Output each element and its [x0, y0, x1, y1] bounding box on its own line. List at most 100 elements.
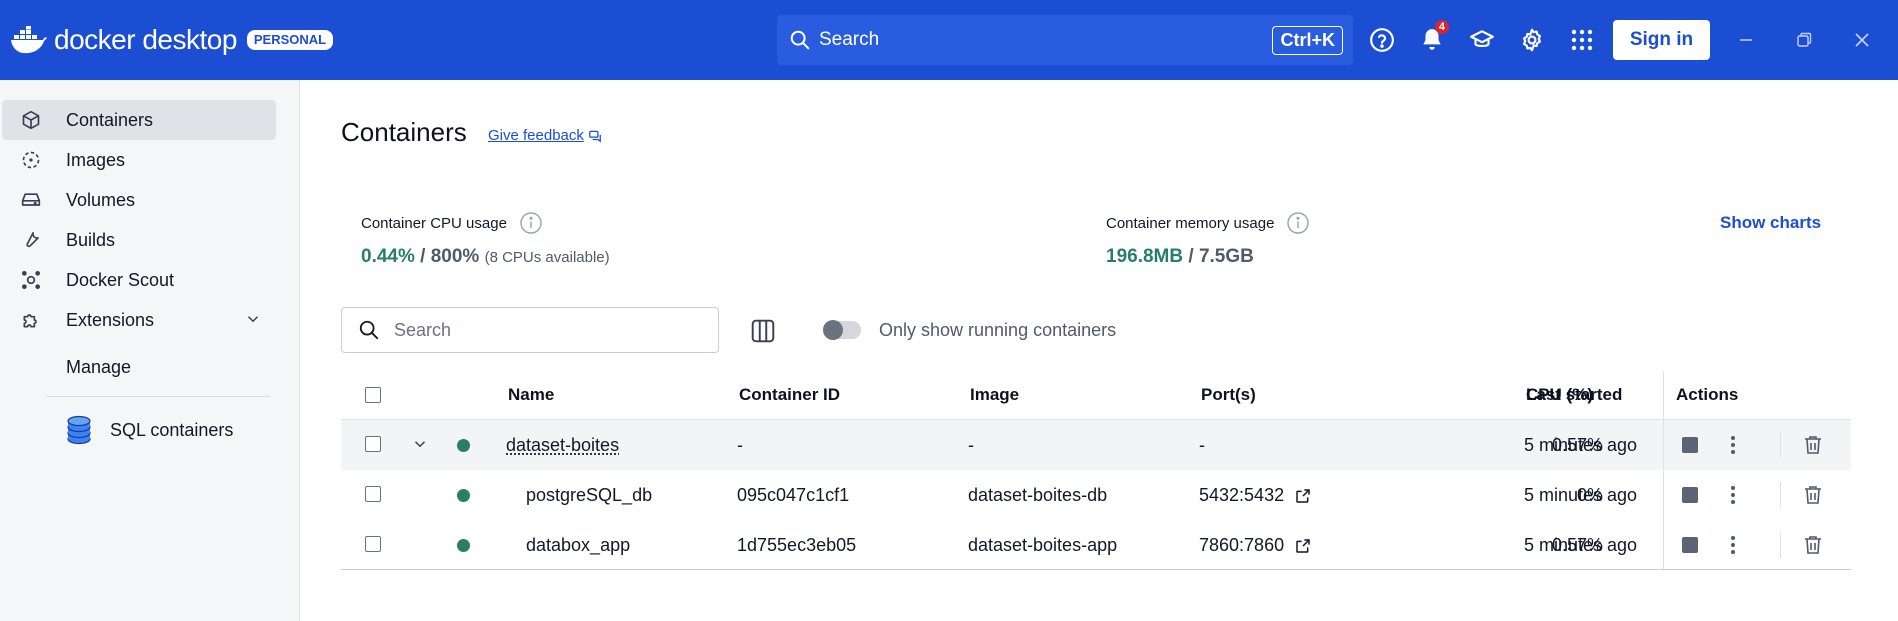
scout-icon	[20, 269, 42, 291]
select-all-checkbox[interactable]	[365, 387, 381, 403]
app-name: docker desktop	[54, 24, 237, 55]
learning-center-icon[interactable]	[1467, 25, 1497, 55]
sidebar-item-sql-containers[interactable]: SQL containers	[66, 415, 233, 445]
sidebar-item-volumes[interactable]: Volumes	[2, 180, 276, 220]
container-search[interactable]	[341, 307, 719, 353]
chevron-down-icon[interactable]	[244, 310, 262, 333]
row-checkbox[interactable]	[365, 486, 381, 502]
column-header-image[interactable]: Image	[970, 372, 1019, 418]
sign-in-button[interactable]: Sign in	[1613, 20, 1710, 60]
notification-count: 4	[1434, 20, 1449, 34]
memory-usage-label-text: Container memory usage	[1106, 214, 1275, 232]
minimize-window-icon[interactable]	[1732, 26, 1760, 54]
table-row-group[interactable]: dataset-boites - - - 0.57% 5 minutes ago	[341, 420, 1851, 470]
give-feedback-link[interactable]: Give feedback	[488, 127, 602, 144]
container-ports: 7860:7860	[1199, 535, 1285, 555]
apps-grid-icon[interactable]	[1567, 25, 1597, 55]
toggle-knob	[823, 320, 843, 340]
wrench-icon	[20, 229, 42, 251]
sidebar-item-containers[interactable]: Containers	[2, 100, 276, 140]
container-search-input[interactable]	[394, 319, 694, 341]
show-charts-button[interactable]: Show charts	[1720, 213, 1821, 233]
delete-trash-icon[interactable]	[1801, 433, 1825, 457]
actions-column-divider	[1663, 371, 1664, 569]
action-separator	[1780, 532, 1781, 558]
info-icon[interactable]	[1286, 211, 1310, 235]
memory-usage-value: 196.8MB / 7.5GB	[1106, 246, 1254, 268]
cpu-usage-label: Container CPU usage	[361, 211, 543, 235]
search-shortcut: Ctrl+K	[1272, 25, 1343, 55]
extensions-manage-link[interactable]: Manage	[66, 357, 131, 378]
drive-icon	[20, 189, 42, 211]
stop-icon[interactable]	[1682, 437, 1698, 453]
running-status-dot	[457, 539, 470, 552]
settings-gear-icon[interactable]	[1517, 25, 1547, 55]
container-image[interactable]: dataset-boites-db	[968, 470, 1107, 520]
global-search[interactable]: Search Ctrl+K	[777, 15, 1353, 65]
column-header-name[interactable]: Name	[508, 372, 554, 418]
container-name[interactable]: postgreSQL_db	[526, 470, 652, 520]
action-separator	[1780, 482, 1781, 508]
cpu-usage-label-text: Container CPU usage	[361, 214, 507, 232]
container-last-started: 5 minutes ago	[1524, 435, 1638, 455]
sidebar-item-docker-scout[interactable]: Docker Scout	[2, 260, 276, 300]
delete-trash-icon[interactable]	[1801, 483, 1825, 507]
more-options-icon[interactable]	[1721, 483, 1745, 507]
container-ports: -	[1199, 435, 1205, 455]
column-header-container-id[interactable]: Container ID	[739, 372, 840, 418]
sidebar-item-label: Containers	[66, 109, 154, 130]
restore-window-icon[interactable]	[1790, 26, 1818, 54]
database-icon	[67, 415, 91, 445]
action-separator	[1780, 432, 1781, 458]
sidebar-item-extensions[interactable]: Extensions	[2, 300, 276, 340]
sidebar-item-label: Builds	[66, 229, 116, 250]
puzzle-icon	[20, 309, 42, 331]
sidebar-item-builds[interactable]: Builds	[2, 220, 276, 260]
chevron-down-icon[interactable]	[411, 435, 429, 458]
column-header-ports[interactable]: Port(s)	[1201, 372, 1256, 418]
stop-icon[interactable]	[1682, 487, 1698, 503]
column-header-actions: Actions	[1676, 385, 1739, 404]
table-row[interactable]: databox_app 1d755ec3eb05 dataset-boites-…	[341, 520, 1851, 570]
row-checkbox[interactable]	[365, 436, 381, 452]
columns-toggle-icon[interactable]	[748, 316, 778, 346]
table-row[interactable]: postgreSQL_db 095c047c1cf1 dataset-boite…	[341, 470, 1851, 520]
column-header-last-started[interactable]: Last started	[1526, 372, 1622, 418]
cpu-usage-current: 0.44%	[361, 246, 415, 267]
feedback-chat-icon	[588, 130, 601, 143]
cpu-count-note: (8 CPUs available)	[484, 249, 610, 266]
container-ports-link[interactable]: 7860:7860	[1199, 520, 1311, 570]
sidebar: Containers Images Volumes Builds Docker …	[0, 80, 300, 621]
docker-logo[interactable]: docker desktop PERSONAL	[10, 22, 334, 58]
memory-usage-total: / 7.5GB	[1183, 246, 1254, 267]
app-header: docker desktop PERSONAL Search Ctrl+K 4 …	[0, 0, 1898, 80]
row-checkbox[interactable]	[365, 536, 381, 552]
info-icon[interactable]	[519, 211, 543, 235]
memory-usage-label: Container memory usage	[1106, 211, 1310, 235]
stop-icon[interactable]	[1682, 537, 1698, 553]
sidebar-item-label: SQL containers	[110, 419, 234, 440]
container-ports-link[interactable]: 5432:5432	[1199, 470, 1311, 520]
docker-whale-icon	[11, 26, 47, 54]
container-id: 1d755ec3eb05	[737, 535, 857, 555]
more-options-icon[interactable]	[1721, 533, 1745, 557]
container-id: 095c047c1cf1	[737, 485, 850, 505]
container-last-started: 5 minutes ago	[1524, 535, 1638, 555]
close-window-icon[interactable]	[1848, 26, 1876, 54]
box-icon	[20, 109, 42, 131]
running-only-toggle[interactable]	[823, 320, 861, 340]
memory-usage-current: 196.8MB	[1106, 246, 1184, 267]
help-icon[interactable]	[1367, 25, 1397, 55]
give-feedback-label: Give feedback	[488, 127, 584, 144]
container-name-link[interactable]: dataset-boites	[506, 420, 619, 470]
container-image[interactable]: dataset-boites-app	[968, 520, 1117, 570]
container-name[interactable]: databox_app	[526, 520, 630, 570]
search-icon	[790, 30, 810, 50]
more-options-icon[interactable]	[1721, 433, 1745, 457]
sidebar-item-label: Images	[66, 149, 126, 170]
container-ports: 5432:5432	[1199, 485, 1285, 505]
sidebar-item-label: Volumes	[66, 189, 136, 210]
delete-trash-icon[interactable]	[1801, 533, 1825, 557]
notifications-button[interactable]: 4	[1417, 20, 1449, 55]
sidebar-item-images[interactable]: Images	[2, 140, 276, 180]
